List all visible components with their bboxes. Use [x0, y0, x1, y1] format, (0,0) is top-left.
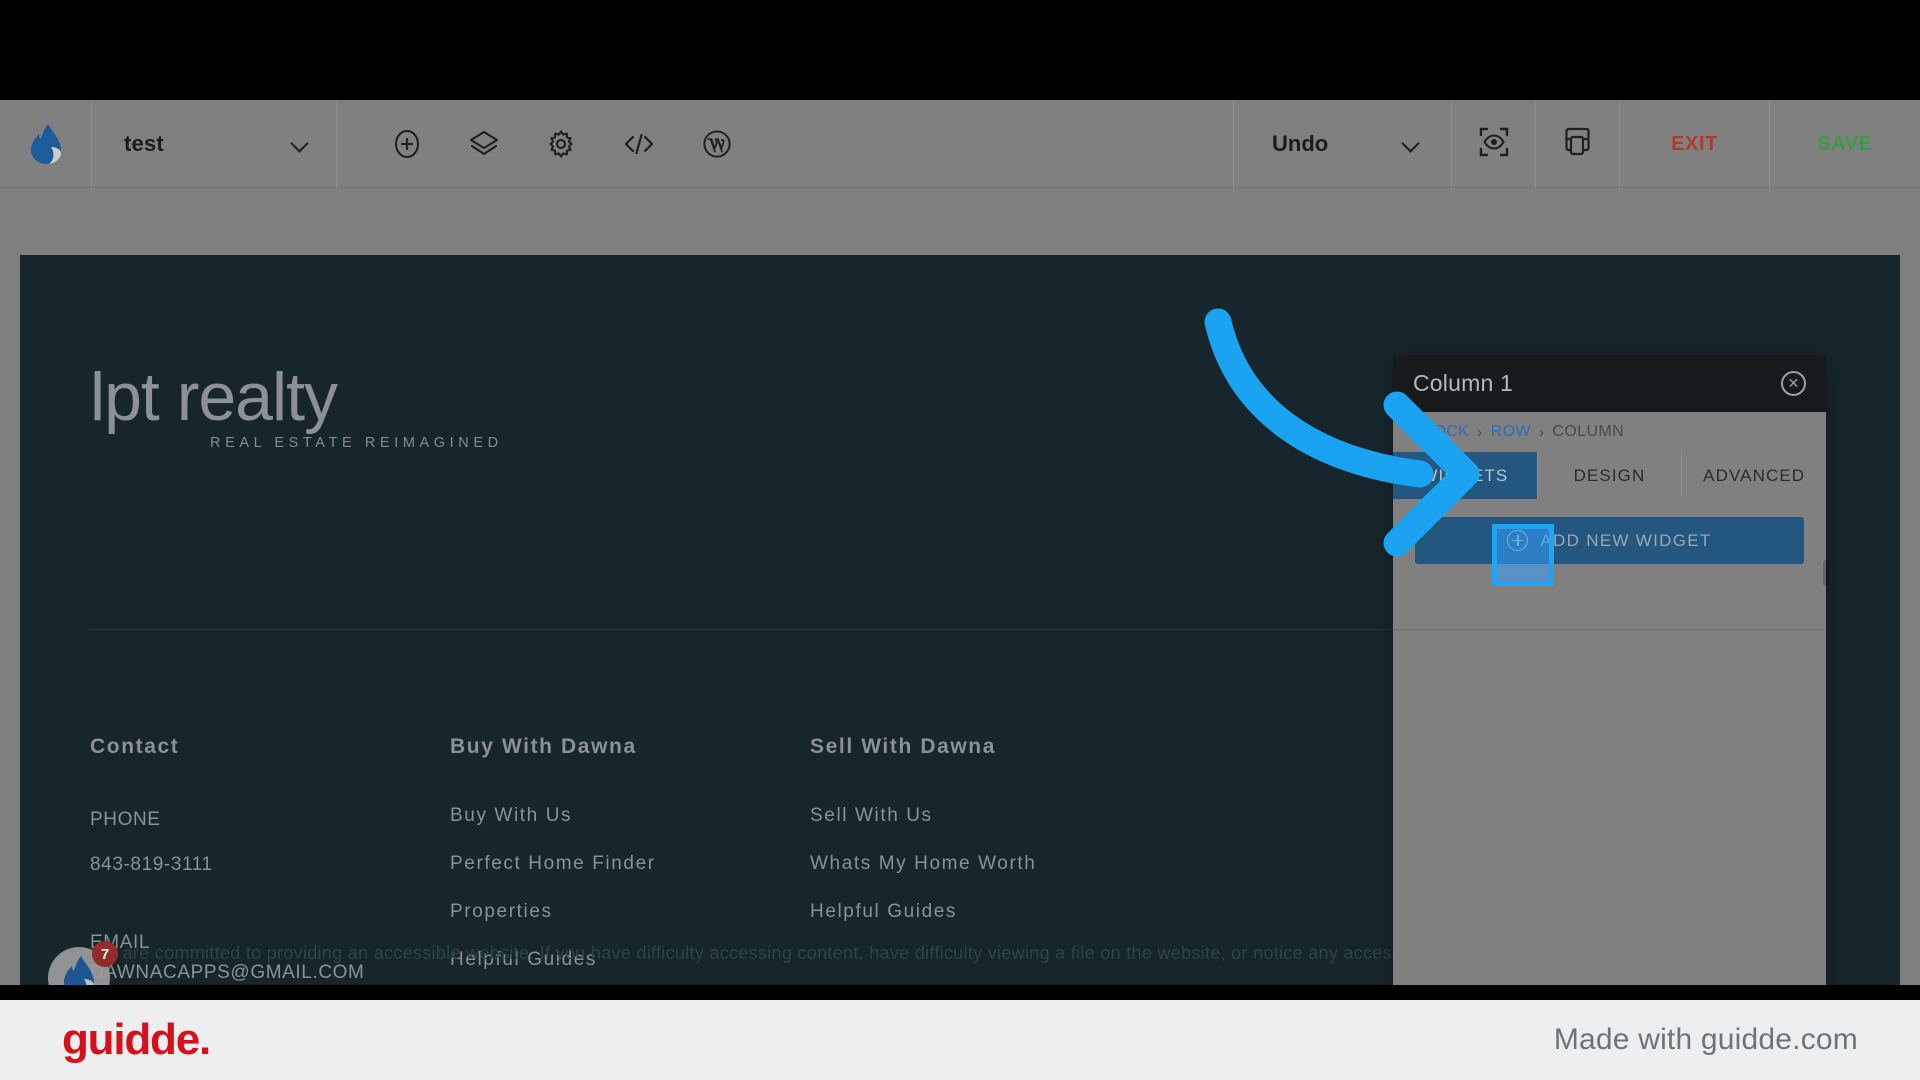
page-name-label: test	[124, 131, 164, 156]
undo-label: Undo	[1272, 131, 1329, 156]
panel-title: Column 1	[1413, 370, 1514, 396]
add-new-widget-label: ADD NEW WIDGET	[1540, 530, 1712, 550]
breadcrumb-item-row[interactable]: ROW	[1491, 423, 1531, 441]
breadcrumb-item-column[interactable]: COLUMN	[1552, 423, 1624, 441]
gear-icon[interactable]	[546, 129, 576, 159]
guidde-branding-bar: guidde. Made with guidde.com	[0, 1000, 1920, 1080]
column-settings-panel: Column 1 ✕ BLOCK › ROW › COLUMN WIDGETS …	[1393, 355, 1829, 1020]
column-heading: Sell With Dawna	[810, 735, 997, 758]
chat-unread-badge: 7	[92, 941, 118, 967]
code-icon[interactable]	[622, 129, 656, 159]
layers-icon[interactable]	[468, 129, 500, 159]
breadcrumb-separator-icon: ›	[1477, 423, 1483, 441]
tab-advanced[interactable]: ADVANCED	[1682, 452, 1826, 499]
footer-link[interactable]: Whats My Home Worth	[810, 853, 1170, 875]
save-label: SAVE	[1817, 132, 1873, 155]
breadcrumb: BLOCK › ROW › COLUMN	[1393, 412, 1826, 452]
footer-divider	[90, 629, 1540, 630]
eye-preview-icon	[1478, 126, 1510, 163]
footer-link[interactable]: Helpful Guides	[810, 901, 1170, 923]
brizy-logo-button[interactable]	[0, 100, 92, 188]
panel-header: Column 1 ✕	[1393, 355, 1826, 412]
brizy-flame-logo-icon	[29, 123, 63, 165]
close-circle-icon[interactable]: ✕	[1781, 371, 1806, 396]
tab-widgets[interactable]: WIDGETS	[1393, 452, 1538, 499]
toolbar-icon-group	[337, 100, 1234, 188]
panel-tabs: WIDGETS DESIGN ADVANCED	[1393, 452, 1826, 499]
footer-link[interactable]: Perfect Home Finder	[450, 853, 810, 875]
preview-button[interactable]	[1452, 100, 1536, 188]
letterbox-bottom	[0, 985, 1920, 1000]
made-with-guidde-label: Made with guidde.com	[1553, 1023, 1858, 1056]
chevron-down-icon	[1403, 136, 1419, 152]
add-circle-icon[interactable]	[392, 129, 422, 159]
wordpress-icon[interactable]	[702, 129, 732, 159]
letterbox-top	[0, 0, 1920, 100]
column-heading: Buy With Dawna	[450, 735, 637, 758]
chat-widget-button[interactable]: 7	[48, 941, 118, 985]
tab-design[interactable]: DESIGN	[1538, 452, 1683, 499]
undo-dropdown[interactable]: Undo	[1234, 100, 1452, 188]
page-selector[interactable]: test	[92, 100, 337, 188]
screen-root: test Undo EXIT SAVE lpt realty REAL ESTA…	[0, 0, 1920, 1080]
save-button[interactable]: SAVE	[1770, 100, 1920, 188]
panel-separator	[1393, 629, 1826, 630]
column-heading: Contact	[90, 735, 180, 758]
guidde-logo: guidde.	[62, 1015, 211, 1064]
breadcrumb-separator-icon: ›	[1538, 423, 1545, 441]
footer-link[interactable]: Buy With Us	[450, 805, 810, 827]
breadcrumb-item-block[interactable]: BLOCK	[1413, 423, 1469, 441]
add-new-widget-button[interactable]: ADD NEW WIDGET	[1415, 517, 1804, 564]
flame-chat-icon	[62, 955, 96, 985]
panel-body: ADD NEW WIDGET	[1393, 499, 1826, 1020]
editor-toolbar: test Undo EXIT SAVE	[0, 100, 1920, 188]
footer-link[interactable]: Sell With Us	[810, 805, 1170, 827]
exit-button[interactable]: EXIT	[1620, 100, 1770, 188]
phone-label: PHONE	[90, 809, 161, 830]
chevron-down-icon	[292, 136, 308, 152]
editor-shell: test Undo EXIT SAVE lpt realty REAL ESTA…	[0, 100, 1920, 1020]
exit-label: EXIT	[1671, 132, 1718, 155]
layout-panel-icon	[1563, 126, 1593, 163]
drag-handle-icon[interactable]	[1823, 560, 1829, 586]
plus-circle-icon	[1507, 530, 1529, 551]
phone-value[interactable]: 843-819-3111	[90, 854, 450, 876]
contact-phone-block: PHONE 843-819-3111	[90, 805, 450, 876]
footer-link[interactable]: Properties	[450, 901, 810, 923]
layout-panel-button[interactable]	[1536, 100, 1620, 188]
